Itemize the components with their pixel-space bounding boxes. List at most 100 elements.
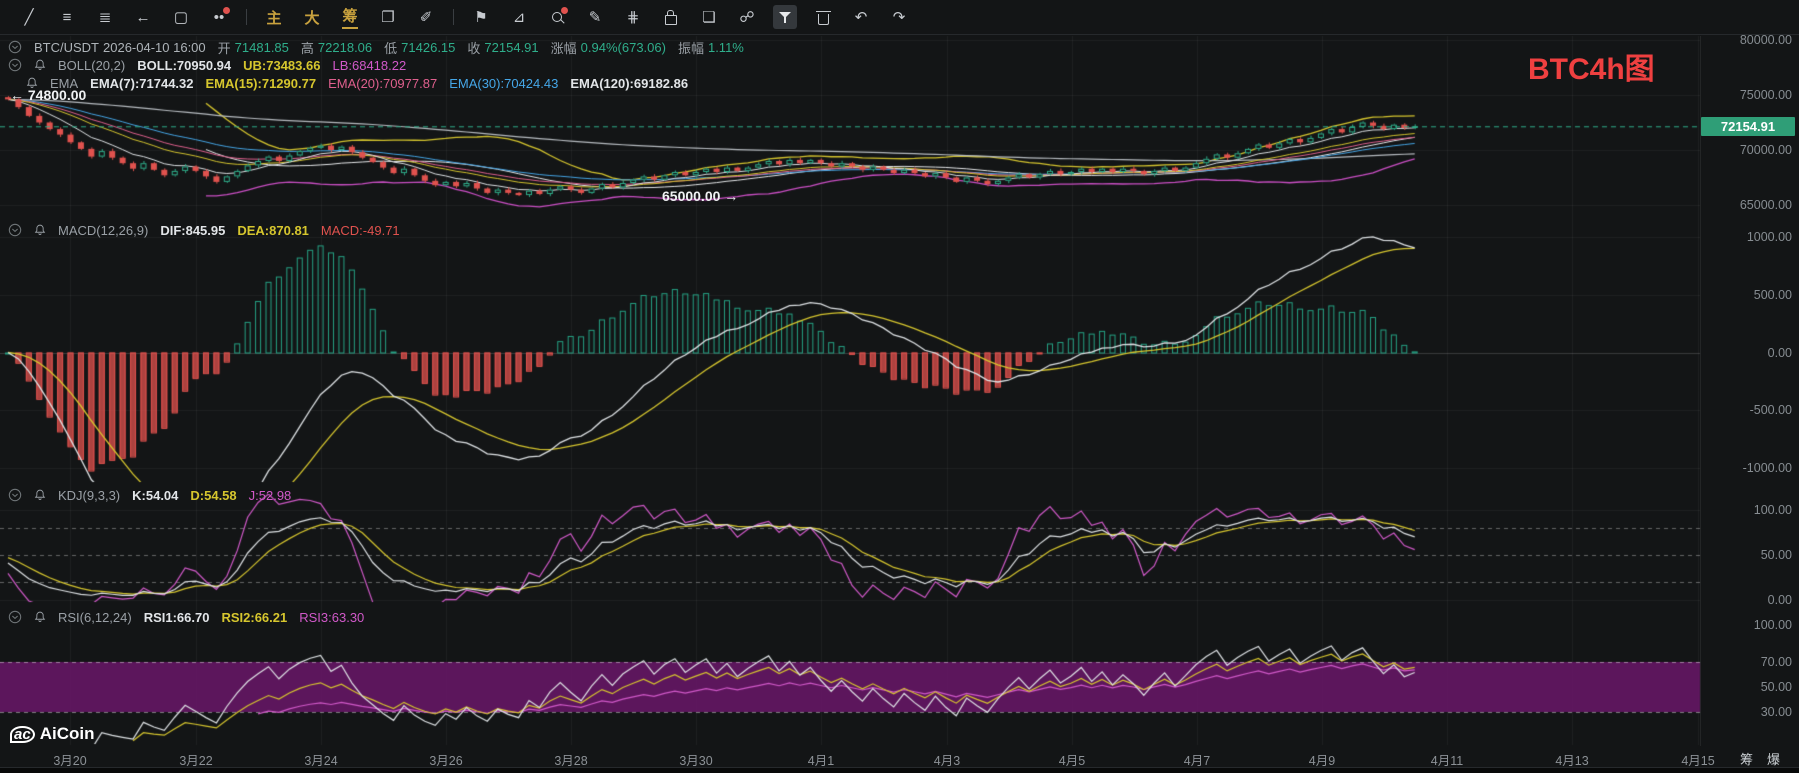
chart-canvas[interactable] bbox=[0, 0, 1799, 773]
high-label: 高 bbox=[301, 38, 314, 57]
zoom-search-icon[interactable] bbox=[545, 5, 569, 29]
note-edit-icon[interactable]: ❏ bbox=[697, 5, 721, 29]
close-label: 收 bbox=[467, 38, 480, 57]
tab-main[interactable]: 主 bbox=[262, 5, 286, 29]
collapse-chevron-icon[interactable] bbox=[8, 40, 22, 54]
change-value: 0.94%(673.06) bbox=[581, 40, 666, 55]
boll-ub-value: UB:73483.66 bbox=[243, 58, 320, 73]
boll-legend-row: BOLL(20,2) BOLL:70950.94 UB:73483.66 LB:… bbox=[8, 57, 406, 73]
logo-mark: ac bbox=[10, 726, 35, 743]
macd-hist-value: MACD:-49.71 bbox=[321, 223, 400, 238]
ema20-value: EMA(20):70977.87 bbox=[328, 76, 437, 91]
kdj-legend-row: KDJ(9,3,3) K:54.04 D:54.58 J:52.98 bbox=[8, 487, 291, 503]
low-price-annotation: 65000.00 → bbox=[662, 188, 738, 204]
bottom-right-toggles: 筹 爆 bbox=[1740, 749, 1780, 768]
price-axis-label: 65000.00 bbox=[1706, 198, 1792, 212]
candle-datetime: 2026-04-10 16:00 bbox=[103, 40, 206, 55]
rectangle-tool-icon[interactable]: ▢ bbox=[169, 5, 193, 29]
macd-axis-label: -500.00 bbox=[1706, 403, 1792, 417]
rsi3-value: RSI3:63.30 bbox=[299, 610, 364, 625]
macd-name: MACD(12,26,9) bbox=[58, 223, 148, 238]
toolbar: ╱ ≡ ≣ ← ▢ •• 主大筹 ❐ ✐ ⚑ ⊿ ✎ ⋕ ❏ ☍ ↶ ↷ bbox=[0, 0, 1799, 35]
collapse-chevron-icon[interactable] bbox=[8, 223, 22, 237]
kdj-d-value: D:54.58 bbox=[190, 488, 236, 503]
tab-large[interactable]: 大 bbox=[300, 5, 324, 29]
ema15-value: EMA(15):71290.77 bbox=[206, 76, 317, 91]
more-tools-icon[interactable]: •• bbox=[207, 5, 231, 29]
undo-icon[interactable]: ↶ bbox=[849, 5, 873, 29]
link-icon[interactable]: ☍ bbox=[735, 5, 759, 29]
filter-icon[interactable] bbox=[773, 5, 797, 29]
rsi1-value: RSI1:66.70 bbox=[144, 610, 210, 625]
collapse-chevron-icon[interactable] bbox=[8, 610, 22, 624]
open-value: 71481.85 bbox=[235, 40, 289, 55]
macd-dif-value: DIF:845.95 bbox=[160, 223, 225, 238]
high-price-annotation: ← 74800.00 bbox=[10, 87, 86, 103]
amplitude-value: 1.11% bbox=[708, 40, 744, 55]
amplitude-label: 振幅 bbox=[678, 38, 704, 57]
annotate-box-icon[interactable]: ❐ bbox=[376, 5, 400, 29]
trash-icon[interactable] bbox=[811, 5, 835, 29]
boll-name: BOLL(20,2) bbox=[58, 58, 125, 73]
price-axis-label: 80000.00 bbox=[1706, 33, 1792, 47]
boll-lb-value: LB:68418.22 bbox=[332, 58, 406, 73]
high-value: 72218.06 bbox=[318, 40, 372, 55]
macd-axis-label: 0.00 bbox=[1706, 346, 1792, 360]
kdj-k-value: K:54.04 bbox=[132, 488, 178, 503]
logo-text: AiCoin bbox=[40, 724, 95, 744]
brush-cursor-icon[interactable]: ✐ bbox=[414, 5, 438, 29]
ema-legend-row: EMA EMA(7):71744.32 EMA(15):71290.77 EMA… bbox=[26, 75, 688, 91]
toolbar-separator bbox=[246, 9, 247, 25]
trendline-tool-icon[interactable]: ╱ bbox=[17, 5, 41, 29]
alert-bell-icon[interactable] bbox=[34, 59, 46, 71]
alert-bell-icon[interactable] bbox=[34, 611, 46, 623]
kdj-axis-label: 50.00 bbox=[1706, 548, 1792, 562]
price-axis-label: 70000.00 bbox=[1706, 143, 1792, 157]
low-value: 71426.15 bbox=[401, 40, 455, 55]
macd-axis-label: 1000.00 bbox=[1706, 230, 1792, 244]
arrow-tool-icon[interactable]: ← bbox=[131, 5, 155, 29]
price-axis-label: 75000.00 bbox=[1706, 88, 1792, 102]
ohlc-legend-row: BTC/USDT 2026-04-10 16:00 开 71481.85 高 722… bbox=[8, 39, 744, 55]
kdj-axis-label: 100.00 bbox=[1706, 503, 1792, 517]
rsi-name: RSI(6,12,24) bbox=[58, 610, 132, 625]
kdj-axis-label: 0.00 bbox=[1706, 593, 1792, 607]
axis-separator bbox=[1700, 36, 1701, 746]
ema7-value: EMA(7):71744.32 bbox=[90, 76, 193, 91]
scrollbar-strip[interactable] bbox=[0, 767, 1799, 773]
aicoin-logo: ac AiCoin bbox=[10, 724, 94, 744]
symbol-pair: BTC/USDT bbox=[34, 40, 99, 55]
ema30-value: EMA(30):70424.43 bbox=[449, 76, 558, 91]
bookmark-icon[interactable]: ⚑ bbox=[469, 5, 493, 29]
boll-mid-value: BOLL:70950.94 bbox=[137, 58, 231, 73]
ruler-icon[interactable]: ⊿ bbox=[507, 5, 531, 29]
chart-title-watermark: BTC4h图 bbox=[1528, 44, 1655, 88]
rsi-legend-row: RSI(6,12,24) RSI1:66.70 RSI2:66.21 RSI3:… bbox=[8, 609, 364, 625]
collapse-chevron-icon[interactable] bbox=[8, 58, 22, 72]
collapse-chevron-icon[interactable] bbox=[8, 488, 22, 502]
alert-bell-icon[interactable] bbox=[34, 489, 46, 501]
open-label: 开 bbox=[218, 38, 231, 57]
aicoin-trading-app: ╱≡≣←▢••主大筹❐✐⚑⊿✎⋕❏☍↶↷ BTC/USDT 2026-04-10… bbox=[0, 0, 1799, 773]
macd-axis-label: -1000.00 bbox=[1706, 461, 1792, 475]
kdj-j-value: J:52.98 bbox=[249, 488, 292, 503]
change-label: 涨幅 bbox=[551, 38, 577, 57]
redo-icon[interactable]: ↷ bbox=[887, 5, 911, 29]
pen-icon[interactable]: ✎ bbox=[583, 5, 607, 29]
pattern-icon[interactable]: ⋕ bbox=[621, 5, 645, 29]
rsi-axis-label: 30.00 bbox=[1706, 705, 1792, 719]
macd-dea-value: DEA:870.81 bbox=[237, 223, 309, 238]
ema120-value: EMA(120):69182.86 bbox=[570, 76, 688, 91]
last-price-badge[interactable]: 72154.91 bbox=[1701, 117, 1795, 136]
indicator-lines-icon[interactable]: ≡ bbox=[55, 5, 79, 29]
tab-chips[interactable]: 筹 bbox=[338, 5, 362, 29]
chips-toggle-button[interactable]: 筹 bbox=[1740, 749, 1753, 768]
liquidation-toggle-button[interactable]: 爆 bbox=[1767, 749, 1780, 768]
macd-axis-label: 500.00 bbox=[1706, 288, 1792, 302]
lock-icon[interactable] bbox=[659, 5, 683, 29]
menu-lines-icon[interactable]: ≣ bbox=[93, 5, 117, 29]
close-value: 72154.91 bbox=[484, 40, 538, 55]
alert-bell-icon[interactable] bbox=[34, 224, 46, 236]
rsi-axis-label: 70.00 bbox=[1706, 655, 1792, 669]
low-label: 低 bbox=[384, 38, 397, 57]
